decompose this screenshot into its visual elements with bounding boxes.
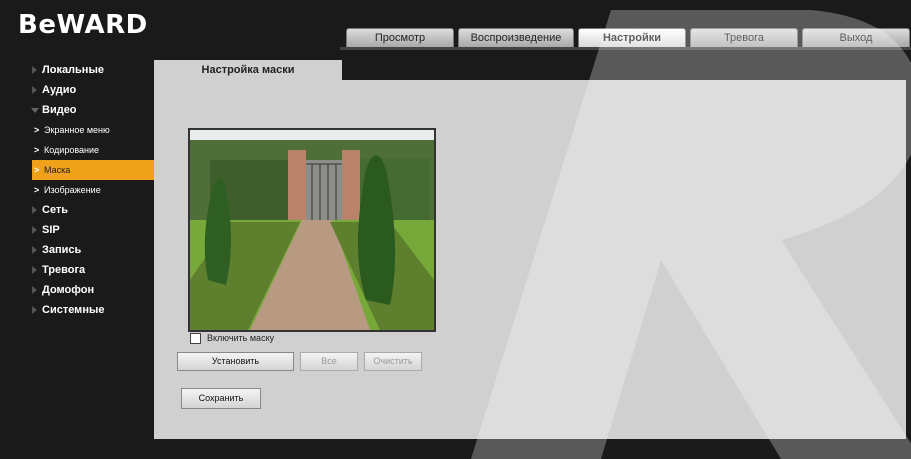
sidebar-item-sip[interactable]: SIP bbox=[28, 220, 154, 240]
sidebar-item-label: SIP bbox=[42, 224, 60, 236]
tab-playback[interactable]: Воспроизведение bbox=[458, 28, 574, 47]
mask-settings-panel: Включить маску Установить Все Очистить С… bbox=[154, 80, 906, 439]
chevron-right-icon: > bbox=[34, 185, 40, 195]
sidebar-item-label: Аудио bbox=[42, 84, 77, 96]
tab-exit[interactable]: Выход bbox=[802, 28, 910, 47]
sidebar-item-audio[interactable]: Аудио bbox=[28, 80, 154, 100]
sidebar-item-record[interactable]: Запись bbox=[28, 240, 154, 260]
sidebar-item-label: Сеть bbox=[42, 204, 69, 216]
enable-mask-label: Включить маску bbox=[207, 333, 275, 343]
tab-view[interactable]: Просмотр bbox=[346, 28, 454, 47]
caret-down-icon bbox=[31, 108, 39, 113]
sidebar-subitem-label: Изображение bbox=[44, 185, 101, 195]
sidebar-item-video[interactable]: Видео bbox=[28, 100, 154, 120]
sidebar-item-label: Тревога bbox=[42, 264, 86, 276]
enable-mask-checkbox[interactable] bbox=[190, 333, 201, 345]
sidebar-item-intercom[interactable]: Домофон bbox=[28, 280, 154, 300]
caret-right-icon bbox=[32, 226, 37, 234]
beward-logo: BeWARD bbox=[18, 10, 148, 40]
sidebar-item-label: Домофон bbox=[42, 284, 95, 296]
sidebar-subitem-label: Экранное меню bbox=[44, 125, 110, 135]
panel-title: Настройка маски bbox=[154, 60, 342, 80]
select-all-button[interactable]: Все bbox=[300, 352, 358, 371]
main-tabs: Просмотр Воспроизведение Настройки Трево… bbox=[346, 28, 911, 47]
enable-mask-row: Включить маску bbox=[190, 333, 275, 345]
set-button[interactable]: Установить bbox=[177, 352, 294, 371]
video-preview[interactable] bbox=[188, 128, 436, 332]
clear-button[interactable]: Очистить bbox=[364, 352, 422, 371]
sidebar-item-alarm[interactable]: Тревога bbox=[28, 260, 154, 280]
tab-underline bbox=[340, 47, 911, 50]
sidebar-item-label: Запись bbox=[42, 244, 82, 256]
sidebar-item-system[interactable]: Системные bbox=[28, 300, 154, 320]
caret-right-icon bbox=[32, 246, 37, 254]
sidebar-item-local[interactable]: Локальные bbox=[28, 60, 154, 80]
chevron-right-icon: > bbox=[34, 165, 40, 175]
caret-right-icon bbox=[32, 206, 37, 214]
caret-right-icon bbox=[32, 86, 37, 94]
caret-right-icon bbox=[32, 66, 37, 74]
tab-alarm[interactable]: Тревога bbox=[690, 28, 798, 47]
sidebar-subitem-image[interactable]: > Изображение bbox=[28, 180, 154, 200]
caret-right-icon bbox=[32, 266, 37, 274]
sidebar-item-label: Локальные bbox=[42, 64, 104, 76]
sidebar-subitem-encoding[interactable]: > Кодирование bbox=[28, 140, 154, 160]
sidebar-item-network[interactable]: Сеть bbox=[28, 200, 154, 220]
caret-right-icon bbox=[32, 306, 37, 314]
sidebar-subitem-osd[interactable]: > Экранное меню bbox=[28, 120, 154, 140]
camera-snapshot-image bbox=[190, 130, 434, 330]
tab-settings[interactable]: Настройки bbox=[578, 28, 686, 47]
sidebar-item-label: Системные bbox=[42, 304, 105, 316]
save-button[interactable]: Сохранить bbox=[181, 388, 261, 409]
sidebar-subitem-label: Кодирование bbox=[44, 145, 100, 155]
sidebar-item-label: Видео bbox=[42, 104, 77, 116]
sidebar-subitem-mask[interactable]: > Маска bbox=[32, 160, 154, 180]
caret-right-icon bbox=[32, 286, 37, 294]
sidebar-subitem-label: Маска bbox=[44, 165, 71, 175]
chevron-right-icon: > bbox=[34, 145, 40, 155]
chevron-right-icon: > bbox=[34, 125, 40, 135]
settings-sidebar: Локальные Аудио Видео > Экранное меню > Ко… bbox=[28, 60, 154, 320]
